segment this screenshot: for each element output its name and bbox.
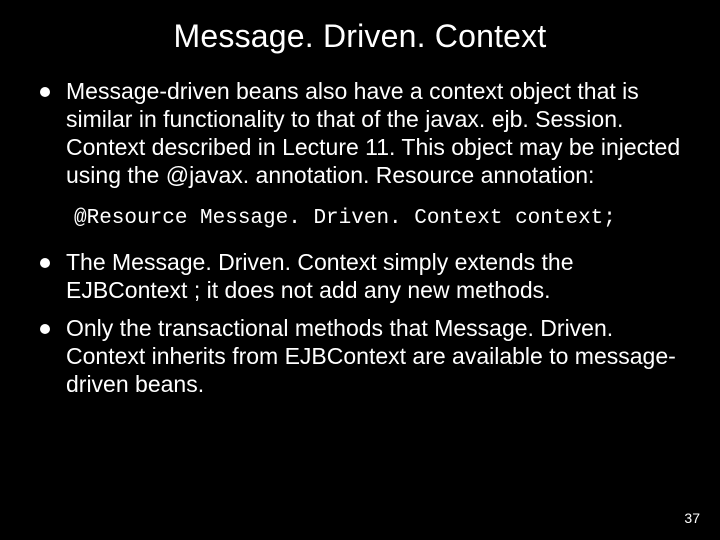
list-item: Message-driven beans also have a context… <box>36 77 690 189</box>
list-item: Only the transactional methods that Mess… <box>36 314 690 398</box>
slide-title: Message. Driven. Context <box>30 18 690 55</box>
bullet-list-top: Message-driven beans also have a context… <box>36 77 690 189</box>
list-item: The Message. Driven. Context simply exte… <box>36 248 690 304</box>
code-snippet: @Resource Message. Driven. Context conte… <box>74 207 690 230</box>
bullet-list-bottom: The Message. Driven. Context simply exte… <box>36 248 690 398</box>
slide: Message. Driven. Context Message-driven … <box>0 0 720 540</box>
page-number: 37 <box>684 510 700 526</box>
